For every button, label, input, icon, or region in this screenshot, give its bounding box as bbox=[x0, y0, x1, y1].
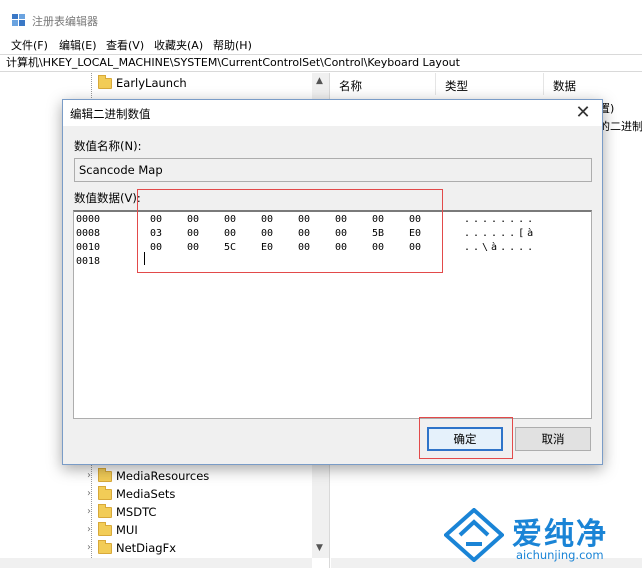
chevron-right-icon[interactable]: › bbox=[84, 506, 94, 517]
value-data-text: 的二进制 bbox=[599, 120, 642, 133]
hex-byte[interactable]: 5C bbox=[224, 242, 236, 253]
folder-icon bbox=[98, 75, 112, 89]
tree-item-label: NetDiagFx bbox=[116, 541, 177, 555]
tree-item-label: MUI bbox=[116, 523, 138, 537]
folder-icon bbox=[98, 540, 112, 554]
hex-offset: 0008 bbox=[76, 228, 101, 239]
hex-byte[interactable]: 00 bbox=[372, 214, 384, 225]
watermark-logo-icon bbox=[444, 508, 504, 562]
hex-byte[interactable]: 00 bbox=[187, 228, 199, 239]
hex-byte[interactable]: 03 bbox=[150, 228, 162, 239]
hex-byte[interactable]: 00 bbox=[150, 214, 162, 225]
menu-view[interactable]: 查看(V) bbox=[106, 37, 144, 53]
hex-byte[interactable]: 00 bbox=[335, 214, 347, 225]
chevron-right-icon[interactable]: › bbox=[84, 542, 94, 553]
folder-icon bbox=[98, 468, 112, 482]
chevron-right-icon[interactable]: › bbox=[84, 470, 94, 481]
tree-item-label: EarlyLaunch bbox=[116, 76, 187, 90]
close-icon[interactable]: ✕ bbox=[572, 102, 594, 124]
value-name-field[interactable]: Scancode Map bbox=[74, 158, 592, 182]
chevron-right-icon[interactable]: › bbox=[84, 488, 94, 499]
folder-icon bbox=[98, 486, 112, 500]
column-divider[interactable] bbox=[543, 73, 544, 95]
hex-offset: 0018 bbox=[76, 256, 101, 267]
hex-byte[interactable]: 00 bbox=[224, 228, 236, 239]
hex-byte[interactable]: 00 bbox=[261, 228, 273, 239]
hex-byte[interactable]: 00 bbox=[409, 242, 421, 253]
hex-byte[interactable]: E0 bbox=[409, 228, 421, 239]
menu-help[interactable]: 帮助(H) bbox=[213, 37, 252, 53]
hex-byte[interactable]: 00 bbox=[224, 214, 236, 225]
dialog-title: 编辑二进制数值 bbox=[70, 107, 151, 121]
window-titlebar: 注册表编辑器 bbox=[0, 0, 642, 36]
hex-byte[interactable]: 00 bbox=[372, 242, 384, 253]
hex-offset: 0000 bbox=[76, 214, 101, 225]
column-header-name[interactable]: 名称 bbox=[339, 78, 362, 94]
cancel-button[interactable]: 取消 bbox=[515, 427, 591, 451]
address-bar[interactable]: 计算机\HKEY_LOCAL_MACHINE\SYSTEM\CurrentCon… bbox=[0, 54, 642, 72]
tree-item-label: MSDTC bbox=[116, 505, 157, 519]
hex-byte[interactable]: 00 bbox=[335, 228, 347, 239]
folder-icon bbox=[98, 504, 112, 518]
tree-item-label: MediaResources bbox=[116, 469, 210, 483]
text-caret bbox=[144, 252, 145, 265]
hex-byte[interactable]: 00 bbox=[187, 214, 199, 225]
menu-favorites[interactable]: 收藏夹(A) bbox=[154, 37, 203, 53]
registry-editor-icon bbox=[12, 14, 25, 26]
menu-bar: 文件(F) 编辑(E) 查看(V) 收藏夹(A) 帮助(H) bbox=[0, 36, 642, 54]
value-data-label: 数值数据(V): bbox=[74, 191, 141, 205]
window-title: 注册表编辑器 bbox=[32, 15, 98, 28]
hex-byte[interactable]: 00 bbox=[298, 242, 310, 253]
hex-ascii: ......[à bbox=[464, 228, 537, 239]
hex-byte[interactable]: 00 bbox=[150, 242, 162, 253]
tree-horizontal-scrollbar[interactable] bbox=[0, 558, 312, 568]
hex-ascii: ........ bbox=[464, 214, 537, 225]
hex-byte[interactable]: 00 bbox=[335, 242, 347, 253]
watermark-name: 爱纯净 bbox=[512, 517, 608, 552]
menu-file[interactable]: 文件(F) bbox=[11, 37, 48, 53]
hex-ascii: ..\à.... bbox=[464, 242, 537, 253]
edit-binary-value-dialog: 编辑二进制数值 ✕ 数值名称(N): Scancode Map 数值数据(V):… bbox=[62, 99, 603, 465]
column-header-data[interactable]: 数据 bbox=[553, 78, 576, 94]
chevron-right-icon[interactable]: › bbox=[84, 524, 94, 535]
tree-item-label: MediaSets bbox=[116, 487, 176, 501]
scroll-down-icon[interactable]: ▼ bbox=[316, 543, 323, 553]
hex-byte[interactable]: 00 bbox=[261, 214, 273, 225]
watermark-domain: aichunjing.com bbox=[516, 548, 604, 562]
menu-edit[interactable]: 编辑(E) bbox=[59, 37, 97, 53]
hex-byte[interactable]: 5B bbox=[372, 228, 384, 239]
ok-button[interactable]: 确定 bbox=[427, 427, 503, 451]
hex-byte[interactable]: E0 bbox=[261, 242, 273, 253]
hex-offset: 0010 bbox=[76, 242, 101, 253]
hex-byte[interactable]: 00 bbox=[298, 214, 310, 225]
hex-byte[interactable]: 00 bbox=[298, 228, 310, 239]
hex-editor[interactable]: 0000 00 00 00 00 00 00 00 00........ 0008 03 00 00 00… bbox=[73, 210, 592, 419]
column-header-type[interactable]: 类型 bbox=[445, 78, 468, 94]
hex-byte[interactable]: 00 bbox=[409, 214, 421, 225]
hex-byte[interactable]: 00 bbox=[187, 242, 199, 253]
scroll-up-icon[interactable]: ▲ bbox=[316, 76, 323, 86]
folder-icon bbox=[98, 522, 112, 536]
value-name-label: 数值名称(N): bbox=[74, 139, 142, 153]
dialog-titlebar: 编辑二进制数值 ✕ bbox=[63, 100, 602, 126]
column-divider[interactable] bbox=[435, 73, 436, 95]
